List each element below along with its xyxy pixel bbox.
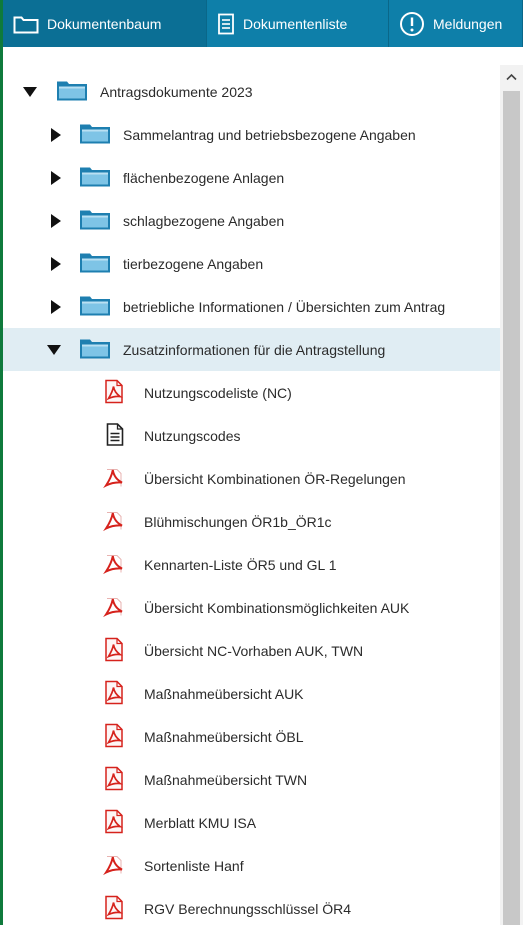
collapsed-arrow-icon[interactable]: [49, 256, 63, 271]
tree-folder-zusatzinformationen[interactable]: Zusatzinformationen für die Antragstellu…: [3, 328, 500, 371]
collapsed-arrow-icon[interactable]: [49, 127, 63, 142]
collapsed-arrow-icon[interactable]: [49, 213, 63, 228]
document-tree: Antragsdokumente 2023 Sammelantrag und b…: [3, 70, 500, 925]
tree-label: Merblatt KMU ISA: [144, 814, 257, 831]
tree-folder-schlagbezogene[interactable]: schlagbezogene Angaben: [3, 199, 500, 242]
tree-document[interactable]: Merblatt KMU ISA: [3, 801, 500, 844]
folder-icon: [79, 294, 111, 319]
tab-dokumentenliste[interactable]: Dokumentenliste: [207, 0, 389, 47]
tree-label: Übersicht NC-Vorhaben AUK, TWN: [144, 642, 364, 659]
pdf-icon: [103, 595, 125, 620]
tree-document[interactable]: Maßnahmeübersicht TWN: [3, 758, 500, 801]
pdf-icon: [104, 637, 124, 664]
tab-dokumentenbaum[interactable]: Dokumentenbaum: [3, 0, 207, 47]
list-icon: [217, 13, 235, 35]
tab-bar: Dokumentenbaum Dokumentenliste Meldungen: [3, 0, 523, 47]
tree-document[interactable]: Übersicht Kombinationen ÖR-Regelungen: [3, 457, 500, 500]
vertical-scrollbar[interactable]: [500, 65, 523, 925]
tree-label: Übersicht Kombinationen ÖR-Regelungen: [144, 470, 406, 487]
pdf-icon: [103, 466, 125, 491]
folder-icon: [79, 165, 111, 190]
chevron-up-icon: [506, 68, 517, 84]
scroll-up-button[interactable]: [500, 65, 523, 87]
tree-document[interactable]: Maßnahmeübersicht ÖBL: [3, 715, 500, 758]
folder-icon: [79, 337, 111, 362]
tree-folder-betriebliche-informationen[interactable]: betriebliche Informationen / Übersichten…: [3, 285, 500, 328]
pdf-icon: [104, 680, 124, 707]
alert-icon: [399, 11, 425, 37]
tree-label: Maßnahmeübersicht TWN: [144, 771, 308, 788]
tree-label: Maßnahmeübersicht AUK: [144, 685, 304, 702]
tab-label: Dokumentenliste: [243, 15, 348, 32]
pdf-icon: [104, 809, 124, 836]
tree-document[interactable]: Übersicht Kombinationsmöglichkeiten AUK: [3, 586, 500, 629]
tree-root-antragsdokumente[interactable]: Antragsdokumente 2023: [3, 70, 500, 113]
tree-document[interactable]: Übersicht NC-Vorhaben AUK, TWN: [3, 629, 500, 672]
tree-label: Sortenliste Hanf: [144, 857, 244, 874]
pdf-icon: [103, 509, 125, 534]
tree-label: Übersicht Kombinationsmöglichkeiten AUK: [144, 599, 410, 616]
tree-document[interactable]: Nutzungscodeliste (NC): [3, 371, 500, 414]
pdf-icon: [104, 379, 124, 406]
pdf-icon: [104, 766, 124, 793]
tree-folder-tierbezogene[interactable]: tierbezogene Angaben: [3, 242, 500, 285]
text-document-icon: [106, 422, 124, 449]
folder-icon: [79, 208, 111, 233]
tree-label: Nutzungscodes: [144, 427, 241, 444]
expanded-arrow-icon[interactable]: [47, 343, 61, 357]
folder-icon: [56, 79, 88, 104]
tree-label: flächenbezogene Anlagen: [123, 169, 285, 186]
pdf-icon: [103, 552, 125, 577]
tree-document[interactable]: Nutzungscodes: [3, 414, 500, 457]
collapsed-arrow-icon[interactable]: [49, 170, 63, 185]
pdf-icon: [104, 723, 124, 750]
tree-label: RGV Berechnungsschlüssel ÖR4: [144, 900, 351, 917]
tree-label: Zusatzinformationen für die Antragstellu…: [123, 341, 386, 358]
tree-label: Antragsdokumente 2023: [100, 83, 253, 100]
tree-folder-flaechenbezogene[interactable]: flächenbezogene Anlagen: [3, 156, 500, 199]
folder-icon: [79, 251, 111, 276]
tree-label: Kennarten-Liste ÖR5 und GL 1: [144, 556, 337, 573]
tree-document[interactable]: Blühmischungen ÖR1b_ÖR1c: [3, 500, 500, 543]
collapsed-arrow-icon[interactable]: [49, 299, 63, 314]
folder-icon: [79, 122, 111, 147]
tab-label: Dokumentenbaum: [47, 15, 162, 32]
tree-label: tierbezogene Angaben: [123, 255, 264, 272]
tab-meldungen[interactable]: Meldungen: [389, 0, 523, 47]
tree-label: Blühmischungen ÖR1b_ÖR1c: [144, 513, 332, 530]
tree-label: Sammelantrag und betriebsbezogene Angabe…: [123, 126, 416, 143]
pdf-icon: [104, 895, 124, 922]
tree-label: betriebliche Informationen / Übersichten…: [123, 298, 446, 315]
tree-document[interactable]: Maßnahmeübersicht AUK: [3, 672, 500, 715]
tree-label: Maßnahmeübersicht ÖBL: [144, 728, 304, 745]
scrollbar-thumb[interactable]: [503, 91, 520, 925]
pdf-icon: [103, 853, 125, 878]
tree-document[interactable]: Sortenliste Hanf: [3, 844, 500, 887]
tab-label: Meldungen: [433, 15, 503, 32]
tree-label: Nutzungscodeliste (NC): [144, 384, 292, 401]
tree-document[interactable]: Kennarten-Liste ÖR5 und GL 1: [3, 543, 500, 586]
expanded-arrow-icon[interactable]: [23, 85, 37, 99]
tree-document[interactable]: RGV Berechnungsschlüssel ÖR4: [3, 887, 500, 925]
tree-folder-sammelantrag[interactable]: Sammelantrag und betriebsbezogene Angabe…: [3, 113, 500, 156]
tree-label: schlagbezogene Angaben: [123, 212, 285, 229]
folder-icon: [13, 14, 39, 34]
